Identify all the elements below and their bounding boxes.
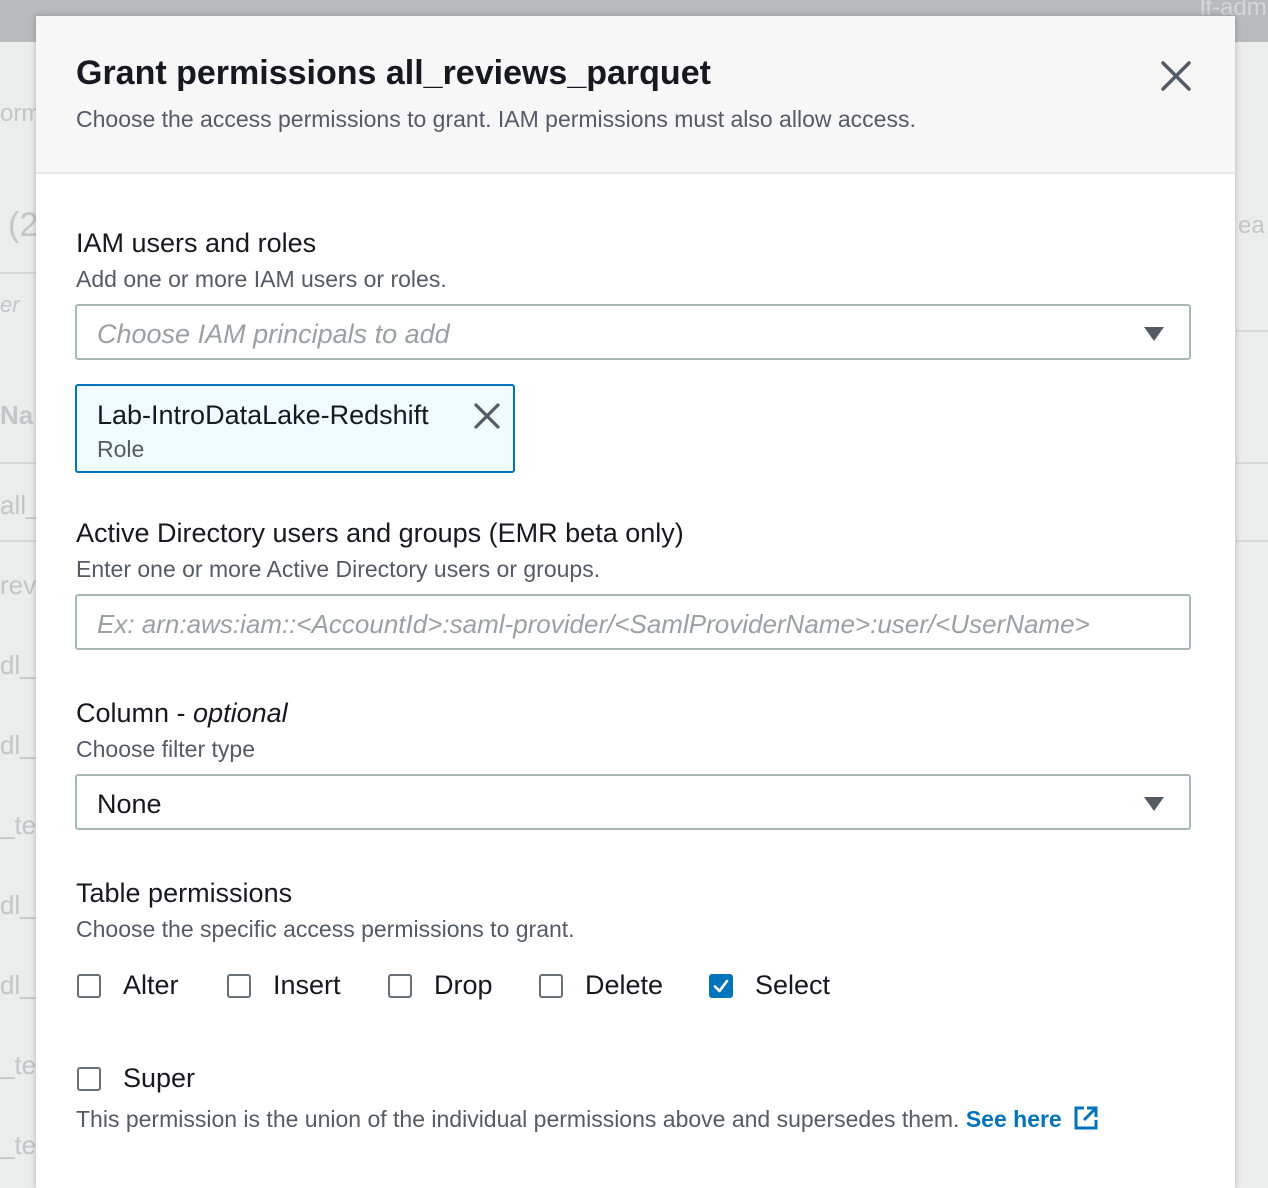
iam-users-label: IAM users and roles: [76, 228, 317, 258]
ad-users-input[interactable]: Ex: arn:aws:iam::<AccountId>:saml-provid…: [75, 594, 1191, 650]
background-text: er: [0, 292, 20, 317]
column-label: Column - optional: [76, 698, 288, 729]
checkmark-icon: [713, 979, 729, 992]
checkbox-alter[interactable]: Alter: [77, 970, 179, 1001]
checkbox-box[interactable]: [227, 973, 251, 998]
checkbox-super[interactable]: Super: [77, 1063, 195, 1094]
column-label-text: Column -: [76, 698, 194, 728]
remove-token-button[interactable]: [473, 402, 501, 430]
close-icon: [1161, 61, 1191, 91]
token-name: Lab-IntroDataLake-Redshift: [97, 400, 429, 430]
column-filter-select[interactable]: None: [75, 774, 1191, 830]
background-text: _te: [0, 810, 37, 840]
checkbox-label: Delete: [585, 970, 664, 1000]
background-text: ea: [1238, 212, 1265, 239]
iam-principals-select[interactable]: Choose IAM principals to add: [75, 304, 1191, 360]
background-divider: [0, 272, 36, 274]
checkbox-box[interactable]: [77, 1066, 101, 1091]
checkbox-box[interactable]: [539, 973, 563, 998]
background-text: (2: [8, 206, 39, 244]
iam-users-description: Add one or more IAM users or roles.: [76, 266, 447, 292]
background-text: rev: [0, 570, 37, 600]
checkbox-label: Select: [755, 970, 831, 1000]
checkbox-label: Super: [123, 1063, 196, 1093]
checkbox-box[interactable]: [77, 973, 101, 998]
checkbox-delete[interactable]: Delete: [539, 970, 663, 1001]
background-text: _te: [0, 1050, 37, 1080]
checkbox-box[interactable]: [388, 973, 412, 998]
background-divider: [1236, 330, 1268, 332]
modal-header: Grant permissions all_reviews_parquet Ch…: [36, 16, 1235, 174]
background-divider: [0, 462, 36, 464]
super-description: This permission is the union of the indi…: [76, 1104, 1100, 1133]
background-divider: [1236, 462, 1268, 464]
selected-principal-token: Lab-IntroDataLake-Redshift Role: [75, 384, 515, 473]
close-icon: [474, 403, 500, 429]
background-divider: [0, 540, 36, 542]
background-text: dl_: [0, 970, 35, 1000]
caret-down-icon: [1144, 327, 1164, 341]
checkbox-label: Alter: [123, 970, 179, 1000]
see-here-link-text: See here: [965, 1106, 1062, 1132]
see-here-link[interactable]: See here: [966, 1106, 1100, 1132]
background-text: Na: [0, 400, 34, 430]
grant-permissions-modal: Grant permissions all_reviews_parquet Ch…: [36, 16, 1235, 1188]
background-text: dl_: [0, 650, 35, 680]
table-permissions-description: Choose the specific access permissions t…: [76, 916, 575, 942]
optional-text: optional: [193, 698, 288, 728]
checkbox-label: Drop: [434, 970, 493, 1000]
checkbox-select[interactable]: Select: [709, 970, 830, 1001]
column-description: Choose filter type: [76, 736, 255, 762]
ad-users-label: Active Directory users and groups (EMR b…: [76, 518, 684, 548]
modal-subtitle: Choose the access permissions to grant. …: [76, 106, 916, 132]
column-filter-value: None: [97, 789, 162, 819]
checkbox-drop[interactable]: Drop: [388, 970, 493, 1001]
super-description-text: This permission is the union of the indi…: [76, 1106, 960, 1132]
table-permissions-label: Table permissions: [76, 878, 293, 908]
background-text: _te: [0, 1130, 37, 1160]
modal-title: Grant permissions all_reviews_parquet: [76, 54, 711, 92]
checkbox-box[interactable]: [709, 973, 733, 998]
checkbox-insert[interactable]: Insert: [227, 970, 341, 1001]
background-text: dl_: [0, 730, 35, 760]
token-type: Role: [97, 436, 145, 462]
checkbox-label: Insert: [273, 970, 341, 1000]
close-button[interactable]: [1156, 56, 1196, 96]
ad-users-description: Enter one or more Active Directory users…: [76, 556, 601, 582]
background-divider: [1236, 540, 1268, 542]
background-text: all_: [0, 490, 41, 520]
ad-users-placeholder: Ex: arn:aws:iam::<AccountId>:saml-provid…: [97, 609, 1090, 639]
background-text: dl_: [0, 890, 35, 920]
caret-down-icon: [1144, 797, 1164, 811]
external-link-icon: [1074, 1106, 1098, 1130]
iam-principals-placeholder: Choose IAM principals to add: [97, 319, 450, 349]
